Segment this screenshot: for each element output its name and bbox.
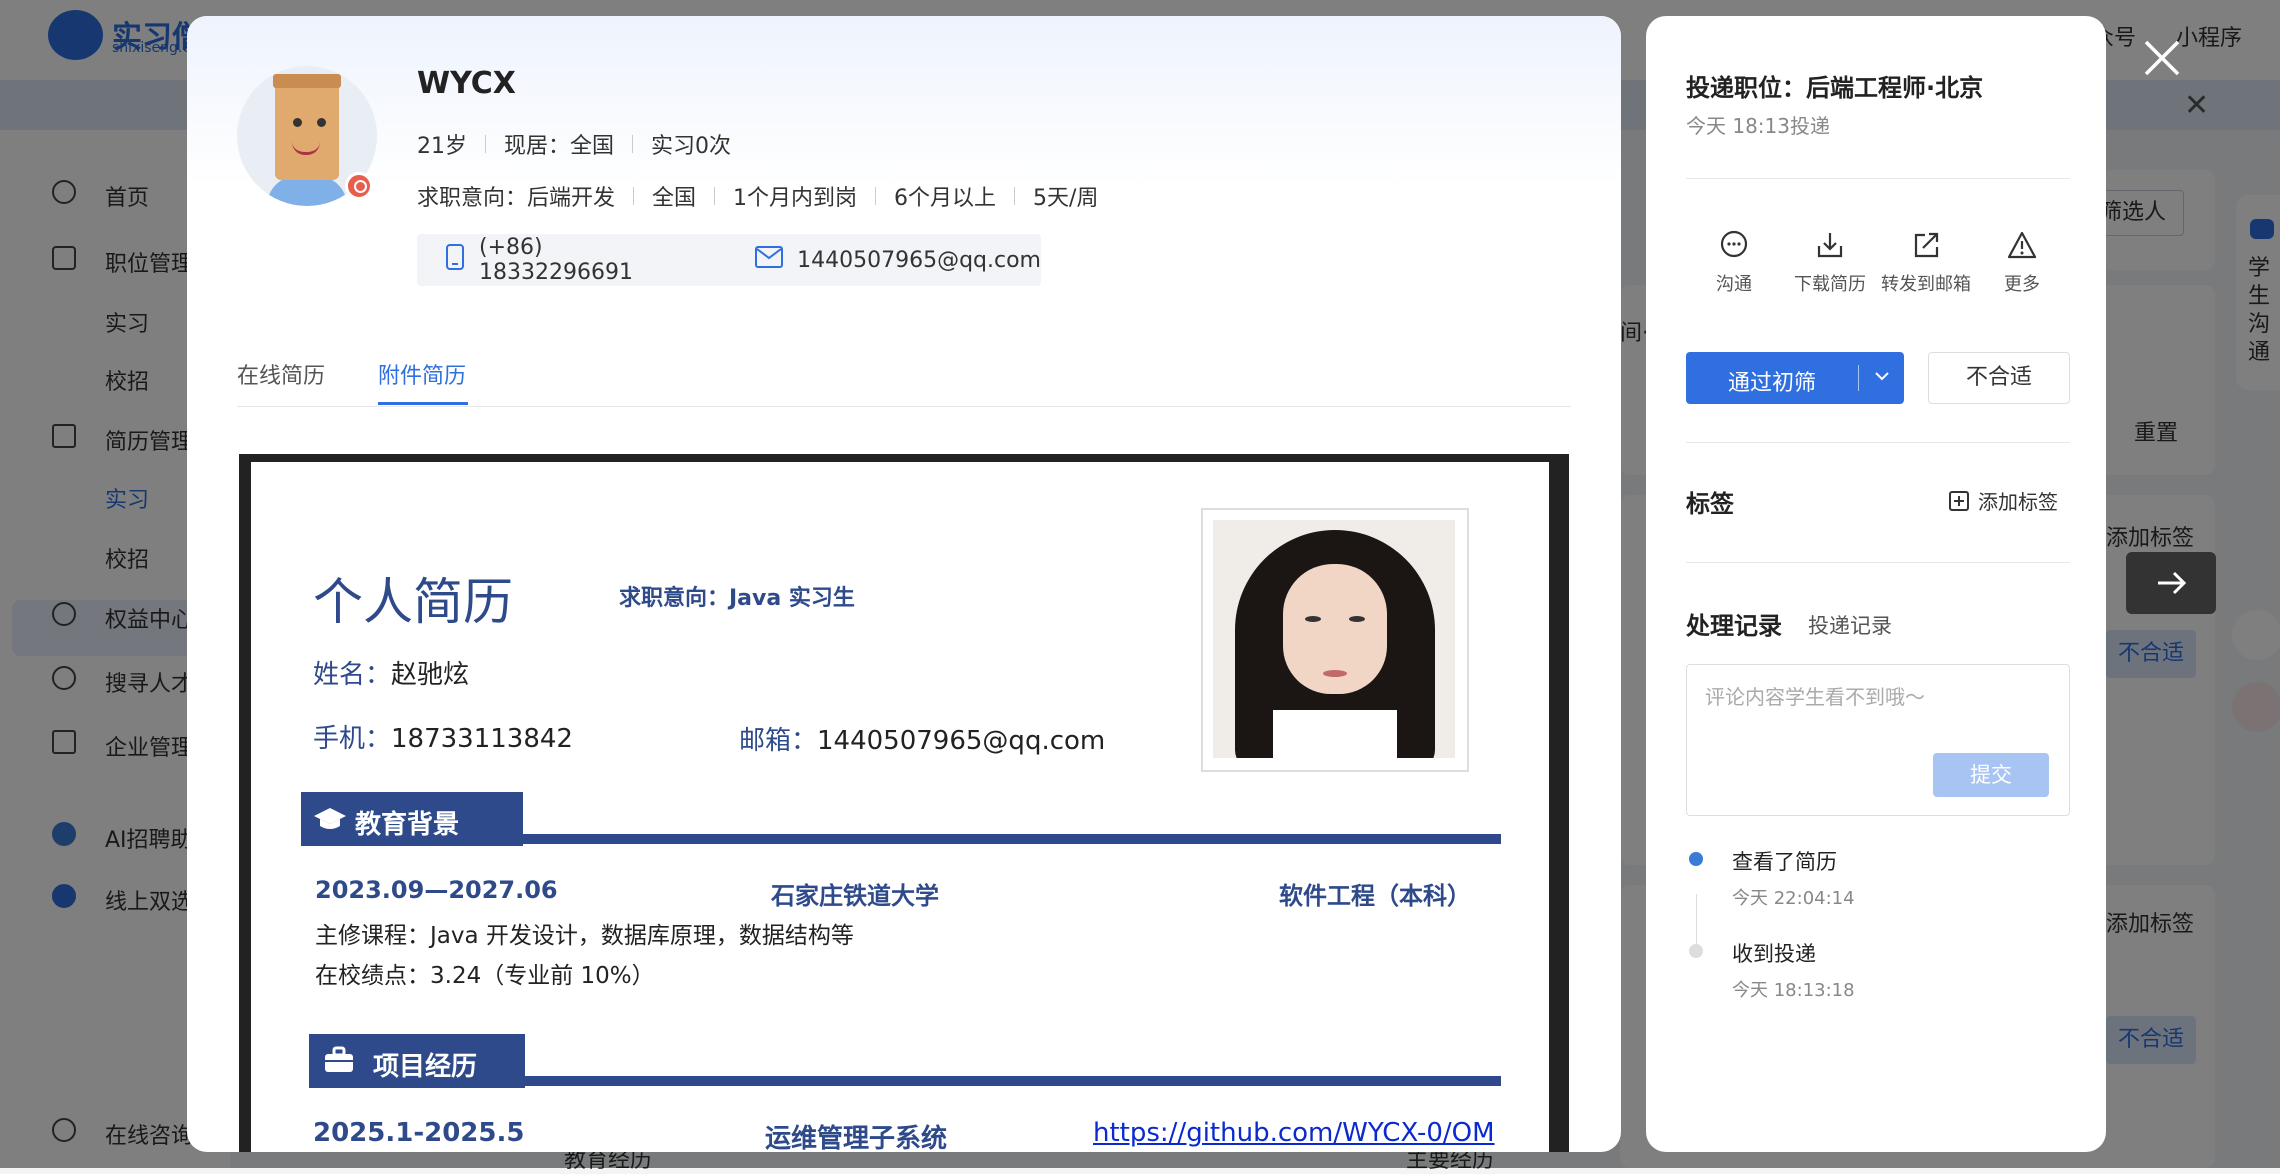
edu-period: 2023.09—2027.06 <box>315 876 558 904</box>
timeline-dot <box>1689 944 1703 958</box>
intent-days: 5天/周 <box>1033 186 1099 211</box>
resume-intent: 求职意向：Java 实习生 <box>619 586 855 611</box>
download-icon <box>1815 230 1845 260</box>
application-side-panel: 投递职位：后端工程师·北京 今天 18:13投递 沟通 下载简历 转发到邮箱 更… <box>1646 16 2106 1152</box>
share-icon <box>1911 230 1941 260</box>
edu-courses: 主修课程：Java 开发设计，数据库原理，数据结构等 <box>315 923 854 949</box>
resume-email-label: 邮箱： <box>739 726 818 756</box>
arrow-right-icon <box>2158 571 2187 595</box>
timeline-event: 收到投递 <box>1732 942 1816 966</box>
forward-email-label: 转发到邮箱 <box>1881 274 1971 295</box>
candidate-name: WYCX <box>417 66 516 101</box>
candidate-internships: 实习0次 <box>651 134 732 159</box>
tab-online-resume[interactable]: 在线简历 <box>237 358 325 390</box>
applied-time: 今天 18:13投递 <box>1686 114 1830 138</box>
resume-name-value: 赵驰炫 <box>391 660 470 690</box>
resume-name-label: 姓名： <box>313 660 392 690</box>
more-action-label: 更多 <box>2004 274 2040 295</box>
candidate-location: 现居：全国 <box>504 134 615 159</box>
download-resume-action[interactable]: 下载简历 <box>1782 230 1878 296</box>
chevron-down-icon[interactable] <box>1872 366 1892 392</box>
intent-label: 求职意向：后端开发 <box>417 186 616 211</box>
timeline-time: 今天 22:04:14 <box>1732 888 1855 909</box>
warning-icon <box>2007 230 2037 260</box>
download-resume-label: 下载简历 <box>1794 274 1866 295</box>
proj-github-link[interactable]: https://github.com/WYCX-0/OM <box>1093 1118 1495 1148</box>
tab-attachment-resume[interactable]: 附件简历 <box>378 358 466 390</box>
candidate-age: 21岁 <box>417 134 467 159</box>
add-tag-label: 添加标签 <box>1978 490 2058 514</box>
edu-major: 软件工程（本科） <box>1279 882 1471 910</box>
timeline-event: 查看了简历 <box>1732 850 1837 874</box>
contact-box: (+86) 18332296691 1440507965@qq.com <box>417 234 1041 286</box>
proj-heading: 项目经历 <box>373 1052 478 1082</box>
edu-gpa: 在校绩点：3.24（专业前 10%） <box>315 963 655 989</box>
contact-email[interactable]: 1440507965@qq.com <box>797 248 1041 273</box>
comment-input[interactable]: 评论内容学生看不到哦～ 提交 <box>1686 664 2070 816</box>
timeline-dot-active <box>1689 852 1703 866</box>
edu-school: 石家庄铁道大学 <box>771 882 939 910</box>
resume-photo <box>1201 508 1469 772</box>
next-arrow-button[interactable] <box>2126 552 2216 614</box>
chat-action-label: 沟通 <box>1716 274 1752 295</box>
edu-heading: 教育背景 <box>355 810 460 840</box>
chat-bubble-icon <box>1719 230 1749 260</box>
resume-email-row: 邮箱：1440507965@qq.com <box>739 720 1105 757</box>
pass-screening-label: 通过初筛 <box>1728 371 1817 396</box>
add-tag-button[interactable]: 添加标签 <box>1948 486 2058 515</box>
forward-email-action[interactable]: 转发到邮箱 <box>1878 230 1974 296</box>
tag-section-title: 标签 <box>1686 490 1734 518</box>
chat-action[interactable]: 沟通 <box>1686 230 1782 296</box>
candidate-basic-info: 21岁 现居：全国 实习0次 <box>417 128 731 160</box>
resume-phone-label: 手机： <box>313 724 392 754</box>
proj-name: 运维管理子系统 <box>765 1124 948 1152</box>
divider <box>1686 562 2070 563</box>
resume-phone-row: 手机：18733113842 <box>313 718 573 755</box>
resume-document: 个人简历 求职意向：Java 实习生 姓名：赵驰炫 手机：18733113842… <box>251 462 1549 1152</box>
mail-icon <box>755 246 784 274</box>
more-action[interactable]: 更多 <box>1974 230 2070 296</box>
tab-process-records[interactable]: 处理记录 <box>1686 606 1782 641</box>
tab-active-indicator <box>378 402 468 405</box>
tab-application-records[interactable]: 投递记录 <box>1808 610 1892 640</box>
divider <box>1686 442 2070 443</box>
contact-phone[interactable]: (+86) 18332296691 <box>479 235 693 285</box>
proj-heading-bar <box>309 1076 1501 1086</box>
attachment-resume-viewer[interactable]: 个人简历 求职意向：Java 实习生 姓名：赵驰炫 手机：18733113842… <box>239 454 1569 1152</box>
timeline-time: 今天 18:13:18 <box>1732 980 1855 1001</box>
phone-icon <box>445 244 465 276</box>
submit-comment-button[interactable]: 提交 <box>1933 753 2049 797</box>
resume-name-row: 姓名：赵驰炫 <box>313 654 469 691</box>
add-square-icon <box>1948 490 1970 512</box>
comment-placeholder: 评论内容学生看不到哦～ <box>1705 685 1925 709</box>
edu-heading-bar <box>301 834 1501 844</box>
close-modal-icon[interactable] <box>2140 36 2184 80</box>
candidate-intent: 求职意向：后端开发 全国 1个月内到岗 6个月以上 5天/周 <box>417 180 1098 212</box>
reject-button[interactable]: 不合适 <box>1928 352 2070 404</box>
proj-period: 2025.1-2025.5 <box>313 1118 525 1148</box>
header-gradient <box>187 16 1621 186</box>
graduation-cap-icon <box>313 806 347 836</box>
intent-arrival: 1个月内到岗 <box>733 186 858 211</box>
intent-duration: 6个月以上 <box>894 186 997 211</box>
pass-screening-button[interactable]: 通过初筛 <box>1686 352 1904 404</box>
intent-area: 全国 <box>652 186 697 211</box>
divider <box>1686 178 2070 179</box>
verified-badge-icon <box>345 172 373 200</box>
applied-position: 投递职位：后端工程师·北京 <box>1686 74 1984 102</box>
resume-title: 个人简历 <box>313 573 513 631</box>
resume-phone-value: 18733113842 <box>391 724 573 754</box>
resume-email-value: 1440507965@qq.com <box>817 726 1106 756</box>
resume-tabs: 在线简历 附件简历 <box>237 346 1571 407</box>
briefcase-icon <box>323 1046 355 1078</box>
resume-panel: WYCX 21岁 现居：全国 实习0次 求职意向：后端开发 全国 1个月内到岗 … <box>187 16 1621 1152</box>
